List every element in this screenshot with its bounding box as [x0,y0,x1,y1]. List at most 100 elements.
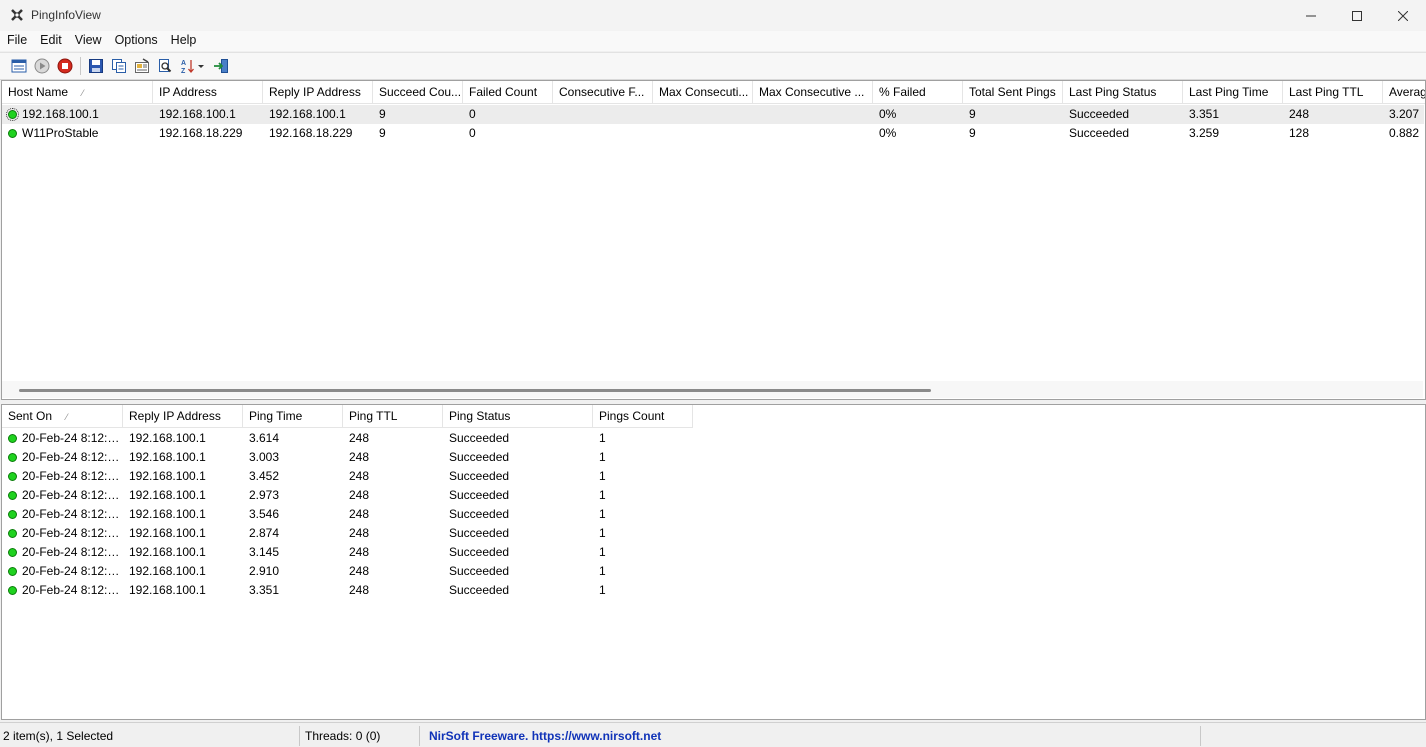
sent-on-value: 20-Feb-24 8:12:4... [22,564,123,578]
nirsoft-link[interactable]: NirSoft Freeware. https://www.nirsoft.ne… [426,726,1201,746]
ping-time-cell: 3.003 [249,450,280,464]
ping-ttl-cell: 248 [349,526,370,540]
col-last-ping-ttl[interactable]: Last Ping TTL [1283,81,1383,104]
nirsoft-app-icon [11,9,23,21]
ping-status-cell: Succeeded [449,431,510,445]
host-row[interactable]: 192.168.100.1 192.168.100.1 192.168.100.… [2,105,1424,124]
save-button[interactable] [86,56,106,76]
sort-button[interactable]: A Z [180,56,208,76]
properties-icon [135,58,149,73]
history-row[interactable]: 20-Feb-24 8:12:2... 192.168.100.1 2.973 248… [2,486,1424,505]
hosts-list[interactable]: Host Name ⁄ IP Address Reply IP Address S… [1,80,1426,400]
menu-file[interactable]: File [0,31,33,51]
scrollbar-thumb[interactable] [19,389,931,392]
col-failed-count[interactable]: Failed Count [463,81,553,104]
ping-time-cell: 3.546 [249,507,280,521]
failed-count-cell: 0 [469,107,476,121]
ping-time-cell: 3.452 [249,469,280,483]
succeed-count-cell: 9 [379,107,386,121]
status-ok-icon [8,472,17,481]
col-max-consecutive-failed[interactable]: Max Consecuti... [653,81,753,104]
last-ping-time-cell: 3.259 [1189,126,1220,140]
ping-time-cell: 2.910 [249,564,280,578]
col-ping-time[interactable]: Ping Time [243,405,343,428]
col-pings-count[interactable]: Pings Count [593,405,693,428]
find-icon [159,59,172,73]
succeed-count-cell: 9 [379,126,386,140]
menu-edit[interactable]: Edit [33,31,68,51]
reply-ip-cell: 192.168.100.1 [129,545,206,559]
ip-address-cell: 192.168.100.1 [159,107,236,121]
failed-count-cell: 0 [469,126,476,140]
col-reply-ip[interactable]: Reply IP Address [263,81,373,104]
col-last-ping-time[interactable]: Last Ping Time [1183,81,1283,104]
save-icon [89,59,103,73]
col-average[interactable]: Averag [1383,81,1425,104]
sent-on-cell: 20-Feb-24 8:12:2... [2,467,123,486]
host-row[interactable]: W11ProStable 192.168.18.229 192.168.18.2… [2,124,1424,143]
max-consecutive-time-cell [753,124,873,143]
exit-icon [214,59,228,73]
window-title: PingInfoView [31,8,101,22]
host-name-cell: W11ProStable [2,124,153,143]
stop-icon [57,58,73,74]
history-row[interactable]: 20-Feb-24 8:12:5... 192.168.100.1 3.351 248… [2,581,1424,600]
history-row[interactable]: 20-Feb-24 8:12:3... 192.168.100.1 2.874 248… [2,524,1424,543]
col-consecutive-failed[interactable]: Consecutive F... [553,81,653,104]
percent-failed-cell: 0% [879,126,897,140]
sent-on-cell: 20-Feb-24 8:12:2... [2,486,123,505]
col-succeed-count[interactable]: Succeed Cou... [373,81,463,104]
col-ping-status[interactable]: Ping Status [443,405,593,428]
close-icon [1398,10,1408,21]
ping-time-cell: 3.351 [249,583,280,597]
start-button[interactable] [32,56,52,76]
maximize-button[interactable] [1334,0,1380,31]
col-reply-ip[interactable]: Reply IP Address [123,405,243,428]
col-last-ping-status[interactable]: Last Ping Status [1063,81,1183,104]
close-button[interactable] [1380,0,1426,31]
col-total-sent-pings[interactable]: Total Sent Pings [963,81,1063,104]
pings-count-cell: 1 [599,450,606,464]
properties-button[interactable] [132,56,152,76]
maximize-icon [1352,10,1362,21]
reply-ip-cell: 192.168.100.1 [129,469,206,483]
sent-on-value: 20-Feb-24 8:12:4... [22,545,123,559]
find-button[interactable] [155,56,175,76]
ping-history-list[interactable]: Sent On ⁄ Reply IP Address Ping Time Ping… [1,404,1426,720]
horizontal-scrollbar[interactable] [2,381,1423,398]
ping-status-cell: Succeeded [449,488,510,502]
sort-indicator-icon: ⁄ [66,412,68,422]
menu-options[interactable]: Options [108,31,164,51]
col-ping-ttl[interactable]: Ping TTL [343,405,443,428]
copy-button[interactable] [109,56,129,76]
history-row[interactable]: 20-Feb-24 8:12:3... 192.168.100.1 3.546 248… [2,505,1424,524]
col-sent-on[interactable]: Sent On ⁄ [2,405,123,428]
col-ip-address[interactable]: IP Address [153,81,263,104]
history-row[interactable]: 20-Feb-24 8:12:1... 192.168.100.1 3.003 248… [2,448,1424,467]
pings-count-cell: 1 [599,507,606,521]
history-row[interactable]: 20-Feb-24 8:12:4... 192.168.100.1 2.910 248… [2,562,1424,581]
menu-help[interactable]: Help [164,31,203,51]
reply-ip-cell: 192.168.100.1 [129,488,206,502]
ping-ttl-cell: 248 [349,545,370,559]
history-row[interactable]: 20-Feb-24 8:12:4... 192.168.100.1 3.145 248… [2,543,1424,562]
toolbar: A Z [0,52,1426,80]
ping-time-cell: 3.614 [249,431,280,445]
minimize-button[interactable] [1288,0,1334,31]
col-percent-failed[interactable]: % Failed [873,81,963,104]
history-row[interactable]: 20-Feb-24 8:12:2... 192.168.100.1 3.452 248… [2,467,1424,486]
col-host-name[interactable]: Host Name ⁄ [2,81,153,104]
history-row[interactable]: 20-Feb-24 8:12:1... 192.168.100.1 3.614 248… [2,429,1424,448]
copy-icon [112,59,126,73]
stop-button[interactable] [55,56,75,76]
menu-view[interactable]: View [68,31,108,51]
sent-on-value: 20-Feb-24 8:12:2... [22,469,123,483]
status-ok-icon [8,491,17,500]
sent-on-value: 20-Feb-24 8:12:5... [22,583,123,597]
exit-button[interactable] [211,56,231,76]
status-ok-icon [8,548,17,557]
ping-status-cell: Succeeded [449,583,510,597]
sent-on-value: 20-Feb-24 8:12:2... [22,488,123,502]
host-list-button[interactable] [9,56,29,76]
col-max-consecutive-time[interactable]: Max Consecutive ... [753,81,873,104]
